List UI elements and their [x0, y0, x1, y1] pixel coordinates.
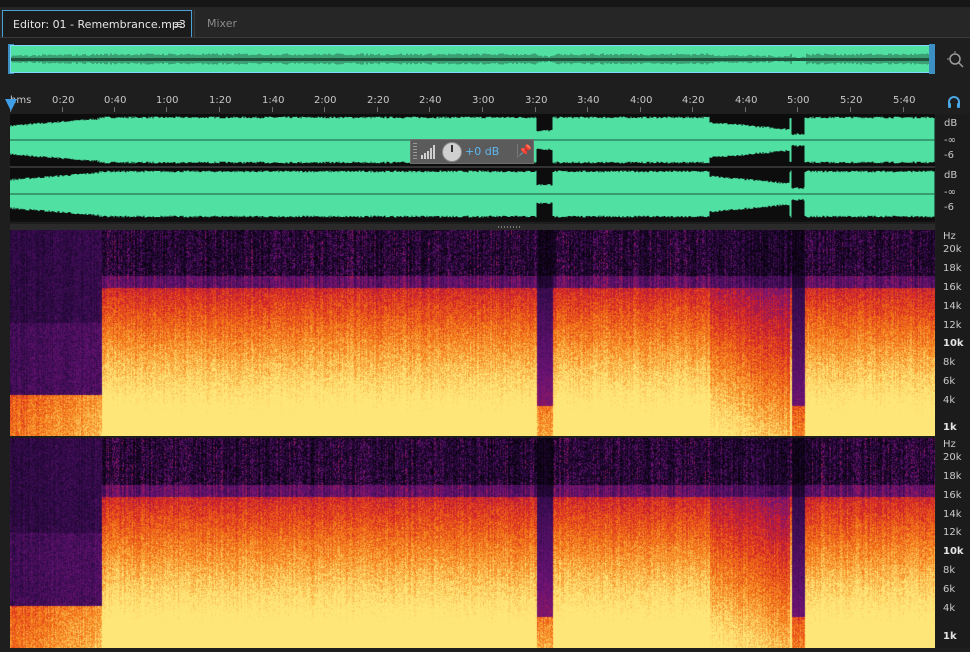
volume-value[interactable]: +0 dB: [465, 145, 499, 158]
ruler-tick: [482, 107, 483, 112]
ruler-label: 3:00: [472, 95, 495, 106]
hz-label-bottom: 4k: [943, 603, 956, 614]
hz-label-bottom: 14k: [943, 509, 962, 520]
hz-label-bottom: 18k: [943, 471, 962, 482]
ruler-tick: [797, 107, 798, 112]
ruler-label: 2:20: [367, 95, 390, 106]
hz-label-bottom: 1k: [943, 631, 957, 642]
ruler-label: 4:40: [735, 95, 758, 106]
ruler-tick: [166, 107, 167, 112]
ruler-label: 5:00: [787, 95, 810, 106]
ruler-label: 2:00: [314, 95, 337, 106]
ruler-tick: [745, 107, 746, 112]
volume-hud[interactable]: +0 dB 📌: [410, 139, 534, 164]
ruler-label: 0:20: [52, 95, 75, 106]
time-ruler[interactable]: hms 0:20 0:40 1:00 1:20 1:40 2:00 2:20 2:40 3:00 3…: [10, 92, 935, 112]
ruler-label: 1:40: [262, 95, 285, 106]
ruler-tick: [692, 107, 693, 112]
hz-label-bottom: 16k: [943, 490, 962, 501]
hz-unit-label-bottom: Hz: [943, 439, 956, 450]
ruler-label: 5:40: [893, 95, 916, 106]
hz-label-bottom: 10k: [943, 546, 964, 557]
hz-label-top: 1k: [943, 422, 957, 433]
db-unit-label-top: dB: [944, 118, 958, 129]
level-bars-icon: [421, 145, 435, 159]
ruler-label: 4:20: [682, 95, 705, 106]
ruler-tick: [219, 107, 220, 112]
db-inf-label-bottom: -∞: [944, 187, 956, 198]
tab-mixer-label: Mixer: [207, 17, 238, 30]
volume-knob[interactable]: [442, 142, 462, 162]
ruler-tick: [114, 107, 115, 112]
panel-tab-bar: Editor: 01 - Remembrance.mp3 ≡ Mixer: [0, 7, 970, 38]
db-unit-label-bottom: dB: [944, 170, 958, 181]
overview-right-handle[interactable]: [929, 44, 935, 74]
ruler-label: 1:20: [209, 95, 232, 106]
waveform-display[interactable]: [9, 114, 935, 222]
ruler-label: 5:20: [840, 95, 863, 106]
tab-editor-label: Editor: 01 - Remembrance.mp3: [13, 18, 186, 31]
pin-icon[interactable]: 📌: [517, 144, 532, 158]
title-strip: [0, 0, 970, 7]
divider-grip[interactable]: [498, 226, 520, 228]
playhead-marker-icon[interactable]: [5, 99, 17, 111]
db-minus6-label-bottom: -6: [944, 202, 954, 213]
ruler-tick: [324, 107, 325, 112]
tab-editor[interactable]: Editor: 01 - Remembrance.mp3 ≡: [2, 10, 192, 37]
ruler-label: 3:20: [525, 95, 548, 106]
hz-label-top: 20k: [943, 244, 962, 255]
hud-grip-handle[interactable]: [413, 143, 417, 160]
hz-label-bottom: 12k: [943, 527, 962, 538]
ruler-tick: [377, 107, 378, 112]
tab-menu-icon[interactable]: ≡: [174, 11, 183, 38]
hz-label-top: 12k: [943, 320, 962, 331]
hz-label-bottom: 8k: [943, 565, 956, 576]
hz-label-top: 16k: [943, 282, 962, 293]
ruler-tick: [850, 107, 851, 112]
db-minus6-label-top: -6: [944, 150, 954, 161]
ruler-label: 1:00: [156, 95, 179, 106]
overview-waveform: [11, 53, 934, 65]
ruler-label: 3:40: [577, 95, 600, 106]
hz-label-top: 18k: [943, 263, 962, 274]
hz-label-top: 14k: [943, 301, 962, 312]
ruler-tick: [62, 107, 63, 112]
ruler-label: 2:40: [419, 95, 442, 106]
ruler-label: 0:40: [104, 95, 127, 106]
hz-unit-label-top: Hz: [943, 231, 956, 242]
spectral-display-bottom[interactable]: [10, 438, 935, 648]
hz-label-top: 6k: [943, 376, 956, 387]
ruler-tick: [640, 107, 641, 112]
spectrogram-bottom: [10, 438, 935, 648]
db-inf-label-top: -∞: [944, 135, 956, 146]
ruler-tick: [429, 107, 430, 112]
tab-mixer[interactable]: Mixer: [194, 10, 254, 37]
zoom-icon[interactable]: [946, 50, 966, 70]
hz-label-top: 10k: [943, 338, 964, 349]
hz-label-top: 4k: [943, 395, 956, 406]
ruler-tick: [272, 107, 273, 112]
ruler-label: 4:00: [630, 95, 653, 106]
hz-label-bottom: 6k: [943, 584, 956, 595]
hz-label-bottom: 20k: [943, 452, 962, 463]
hz-label-top: 8k: [943, 357, 956, 368]
spectral-display-top[interactable]: [10, 230, 935, 436]
overview-navigator[interactable]: [10, 45, 935, 73]
spectrogram-top: [10, 230, 935, 436]
ruler-tick: [587, 107, 588, 112]
ruler-tick: [535, 107, 536, 112]
headphone-icon[interactable]: [946, 94, 962, 110]
ruler-tick: [903, 107, 904, 112]
waveform-channels: [9, 114, 935, 220]
